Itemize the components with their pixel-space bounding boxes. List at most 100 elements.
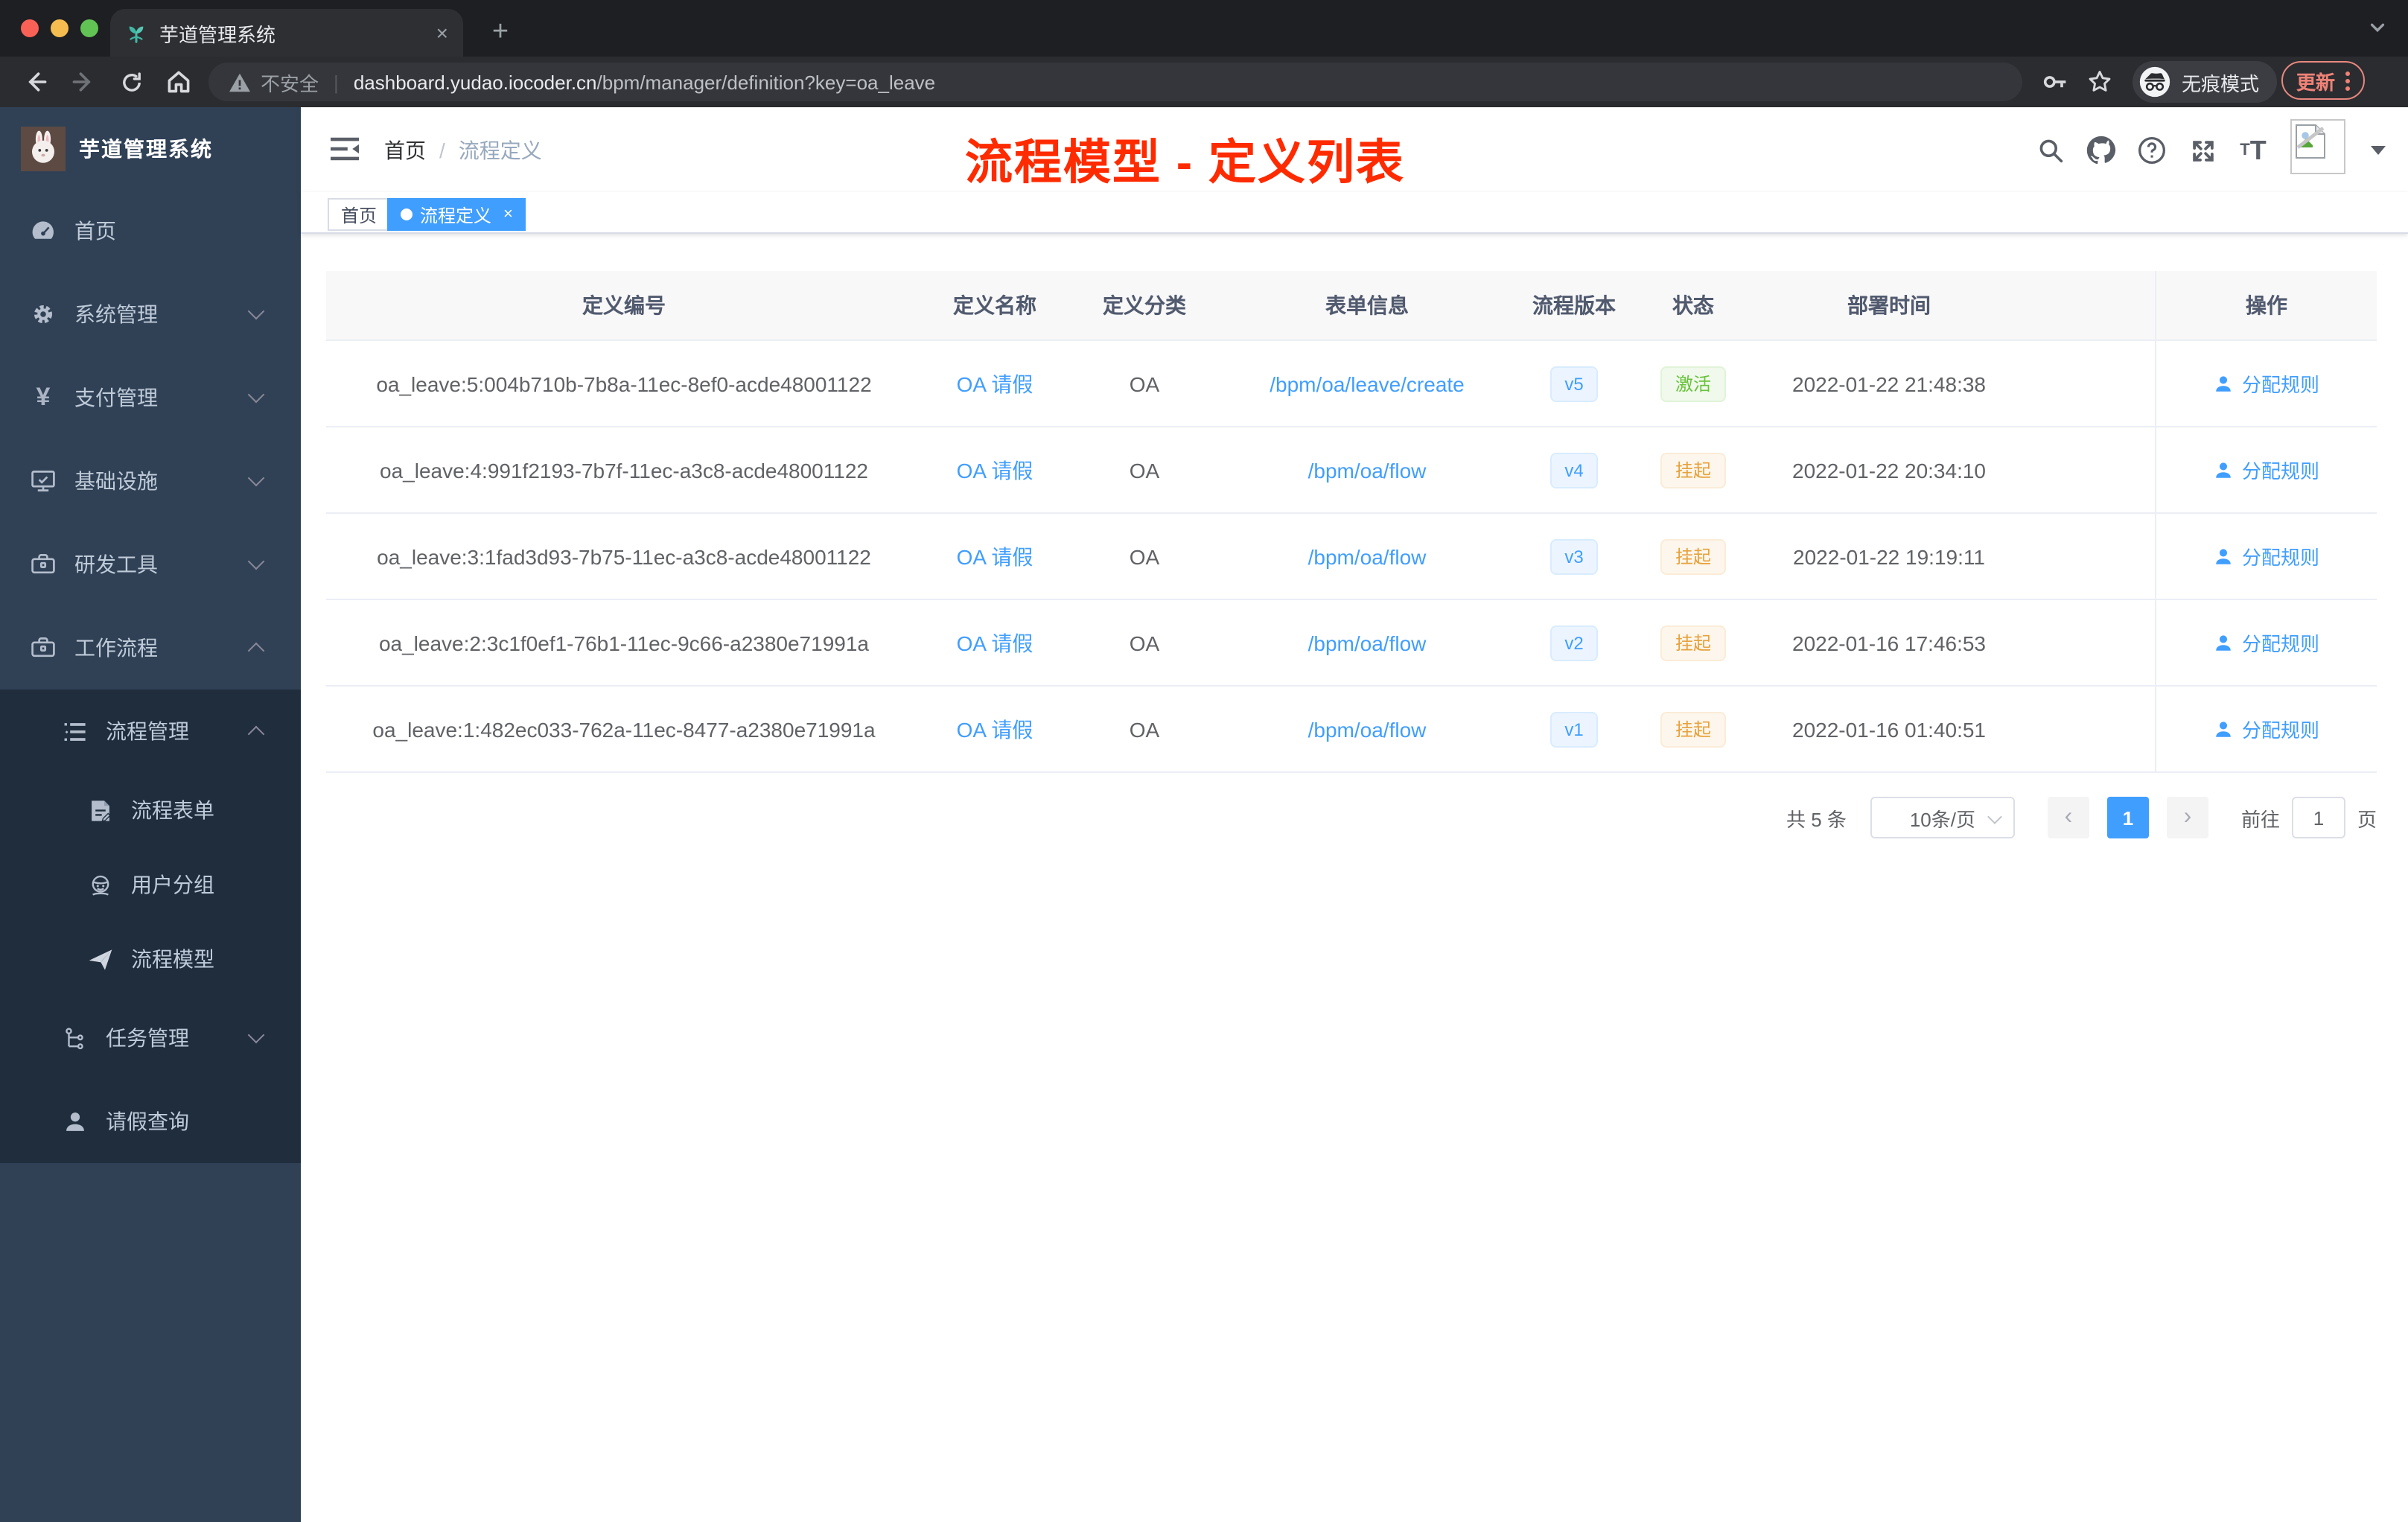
tag-close-icon[interactable]: × bbox=[503, 206, 513, 223]
sidebar-item-payment[interactable]: ¥ 支付管理 bbox=[0, 356, 301, 439]
definition-table: 定义编号 定义名称 定义分类 表单信息 流程版本 状态 部署时间 操作 oa_l… bbox=[326, 271, 2377, 773]
sidebar-item-label: 用户分组 bbox=[131, 873, 214, 897]
sidebar-item-label: 系统管理 bbox=[74, 302, 158, 326]
user-avatar[interactable] bbox=[2290, 119, 2345, 174]
definition-name-link[interactable]: OA 请假 bbox=[922, 514, 1068, 599]
tab-close-icon[interactable]: × bbox=[436, 21, 448, 45]
sidebar-item-system[interactable]: 系统管理 bbox=[0, 273, 301, 356]
table-body: oa_leave:5:004b710b-7b8a-11ec-8ef0-acde4… bbox=[326, 341, 2377, 773]
chevron-down-icon bbox=[247, 469, 265, 487]
assign-rule-link[interactable]: 分配规则 bbox=[2155, 514, 2377, 599]
sidebar-item-home[interactable]: 首页 bbox=[0, 189, 301, 273]
page-size-select[interactable]: 10条/页 bbox=[1870, 797, 2015, 838]
version-cell: v5 bbox=[1513, 341, 1635, 426]
help-icon[interactable] bbox=[2133, 131, 2171, 170]
col-header: 状态 bbox=[1672, 293, 1714, 317]
sidebar-item-label: 首页 bbox=[74, 219, 116, 243]
tag-home[interactable]: 首页 bbox=[328, 198, 391, 231]
list-icon bbox=[61, 718, 88, 745]
status-badge: 挂起 bbox=[1660, 538, 1726, 574]
form-info-link[interactable]: /bpm/oa/leave/create bbox=[1221, 341, 1513, 426]
traffic-light-zoom[interactable] bbox=[80, 19, 98, 37]
sidebar-item-leave-query[interactable]: 请假查询 bbox=[0, 1080, 301, 1163]
traffic-light-minimize[interactable] bbox=[51, 19, 69, 37]
back-icon[interactable] bbox=[18, 64, 54, 100]
home-icon[interactable] bbox=[161, 64, 197, 100]
next-page-button[interactable]: › bbox=[2166, 797, 2208, 838]
traffic-light-close[interactable] bbox=[21, 19, 39, 37]
form-info-link[interactable]: /bpm/oa/flow bbox=[1221, 600, 1513, 685]
deploy-time: 2022-01-22 19:19:11 bbox=[1793, 544, 1985, 568]
sidebar-item-label: 流程表单 bbox=[131, 798, 214, 822]
browser-tab[interactable]: 芋道管理系统 × bbox=[110, 9, 463, 57]
definition-id: oa_leave:3:1fad3d93-7b75-11ec-a3c8-acde4… bbox=[377, 544, 871, 568]
definition-category: OA bbox=[1129, 372, 1160, 395]
update-label: 更新 bbox=[2296, 71, 2336, 93]
definition-name-link[interactable]: OA 请假 bbox=[922, 427, 1068, 512]
current-page[interactable]: 1 bbox=[2106, 797, 2149, 838]
version-cell: v2 bbox=[1513, 600, 1635, 685]
tree-icon bbox=[61, 1025, 88, 1051]
fullscreen-icon[interactable] bbox=[2183, 131, 2222, 170]
url-bar[interactable]: 不安全 | dashboard.yudao.iocoder.cn/bpm/man… bbox=[208, 63, 2022, 101]
tab-search-chevron-icon[interactable] bbox=[2368, 18, 2387, 37]
brand-avatar bbox=[21, 126, 66, 171]
assign-rule-link[interactable]: 分配规则 bbox=[2155, 427, 2377, 512]
version-badge: v5 bbox=[1549, 366, 1599, 401]
sidebar-item-process-form[interactable]: 流程表单 bbox=[0, 773, 301, 847]
github-icon[interactable] bbox=[2082, 131, 2121, 170]
status-cell: 挂起 bbox=[1635, 600, 1751, 685]
definition-id: oa_leave:1:482ec033-762a-11ec-8477-a2380… bbox=[372, 717, 876, 741]
definition-name-link[interactable]: OA 请假 bbox=[922, 687, 1068, 771]
assign-rule-link[interactable]: 分配规则 bbox=[2155, 687, 2377, 771]
sidebar-item-task-mgmt[interactable]: 任务管理 bbox=[0, 996, 301, 1080]
new-tab-button[interactable]: + bbox=[480, 12, 521, 54]
form-info-link[interactable]: /bpm/oa/flow bbox=[1221, 427, 1513, 512]
sidebar-logo[interactable]: 芋道管理系统 bbox=[0, 107, 301, 189]
form-info-link[interactable]: /bpm/oa/flow bbox=[1221, 687, 1513, 771]
definition-name-link[interactable]: OA 请假 bbox=[922, 600, 1068, 685]
sidebar-item-user-group[interactable]: 用户分组 bbox=[0, 847, 301, 922]
sidebar-item-devtools[interactable]: 研发工具 bbox=[0, 523, 301, 606]
bookmark-star-icon[interactable] bbox=[2082, 64, 2118, 100]
table-row: oa_leave:2:3c1f0ef1-76b1-11ec-9c66-a2380… bbox=[326, 600, 2377, 687]
browser-update-menu-button[interactable]: 更新 bbox=[2281, 61, 2366, 100]
version-cell: v3 bbox=[1513, 514, 1635, 599]
chevron-down-icon bbox=[247, 1026, 265, 1044]
password-key-icon[interactable] bbox=[2037, 64, 2073, 100]
sidebar-item-label: 基础设施 bbox=[74, 469, 158, 493]
sidebar-item-workflow[interactable]: 工作流程 bbox=[0, 606, 301, 690]
assign-rule-link[interactable]: 分配规则 bbox=[2155, 600, 2377, 685]
dashboard-icon bbox=[30, 217, 57, 244]
reload-icon[interactable] bbox=[113, 64, 149, 100]
brand-title: 芋道管理系统 bbox=[79, 136, 213, 160]
definition-category: OA bbox=[1129, 458, 1160, 482]
search-icon[interactable] bbox=[2031, 131, 2070, 170]
tag-process-definition[interactable]: 流程定义 × bbox=[387, 198, 526, 231]
goto-page-input[interactable]: 1 bbox=[2291, 797, 2345, 838]
font-size-icon[interactable]: TT bbox=[2234, 131, 2272, 170]
col-header-action: 操作 bbox=[2155, 271, 2377, 340]
form-info-link[interactable]: /bpm/oa/flow bbox=[1221, 514, 1513, 599]
sidebar-item-infra[interactable]: 基础设施 bbox=[0, 439, 301, 523]
col-header: 定义编号 bbox=[582, 293, 666, 317]
paper-plane-icon bbox=[86, 946, 113, 972]
avatar-dropdown-caret-icon[interactable] bbox=[2371, 146, 2386, 155]
active-tag-dot bbox=[401, 208, 413, 220]
sidebar-item-process-model[interactable]: 流程模型 bbox=[0, 922, 301, 996]
breadcrumb-home[interactable]: 首页 bbox=[384, 136, 426, 165]
sidebar-item-label: 请假查询 bbox=[106, 1109, 189, 1133]
assign-rule-link[interactable]: 分配规则 bbox=[2155, 341, 2377, 426]
url-host: dashboard.yudao.iocoder.cn bbox=[353, 71, 597, 93]
definition-name-link[interactable]: OA 请假 bbox=[922, 341, 1068, 426]
sidebar-item-process-mgmt[interactable]: 流程管理 bbox=[0, 690, 301, 773]
table-header-row: 定义编号 定义名称 定义分类 表单信息 流程版本 状态 部署时间 操作 bbox=[326, 271, 2377, 341]
prev-page-button[interactable]: ‹ bbox=[2047, 797, 2089, 838]
col-header: 定义分类 bbox=[1103, 293, 1186, 317]
definition-category: OA bbox=[1129, 544, 1160, 568]
forward-icon[interactable] bbox=[66, 64, 101, 100]
version-badge: v2 bbox=[1549, 625, 1599, 660]
sidebar-item-label: 支付管理 bbox=[74, 386, 158, 410]
version-badge: v1 bbox=[1549, 711, 1599, 747]
sidebar-collapse-icon[interactable] bbox=[331, 136, 359, 162]
